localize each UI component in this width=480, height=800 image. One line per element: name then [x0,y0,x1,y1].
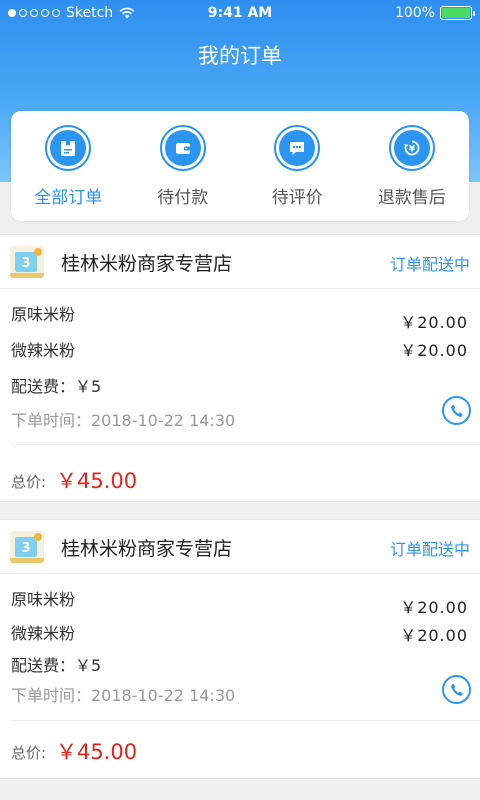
item-price: ￥20.00 [400,313,468,332]
shop-logo: 3 [10,246,44,278]
order-header: 3 桂林米粉商家专营店 订单配送中 [0,520,480,574]
refund-icon: ¥ [388,125,435,171]
tab-label: 待付款 [157,188,209,208]
phone-icon [450,404,463,417]
item-name: 微辣米粉 [11,624,76,643]
page-title: 我的订单 [198,44,282,68]
svg-text:3: 3 [21,256,30,271]
order-time: 下单时间：2018-10-22 14:30 [11,686,236,705]
wallet-icon [159,125,206,171]
status-bar: Sketch 9:41 AM 100% [0,0,480,26]
chat-bubble-icon [274,125,321,171]
tab-pending-review[interactable]: 待评价 [240,111,355,221]
order-card[interactable]: 3 桂林米粉商家专营店 订单配送中 原味米粉 ￥20.00 微辣米粉 ￥20.0… [0,519,480,779]
order-card[interactable]: 3 桂林米粉商家专营店 订单配送中 原味米粉 ￥20.00 微辣米粉 ￥20.0… [0,234,480,502]
item-name: 原味米粉 [11,305,76,324]
tab-all-orders[interactable]: 全部订单 [11,111,126,221]
shop-name: 桂林米粉商家专营店 [61,253,233,275]
shop-name: 桂林米粉商家专营店 [61,538,233,560]
tab-label: 退款售后 [377,188,446,208]
divider [11,444,480,445]
total-label: 总价: [11,744,47,762]
order-tabs: 全部订单 待付款 待评价 ¥ 退款售后 [11,111,469,221]
item-name: 微辣米粉 [11,341,76,360]
call-button[interactable] [442,675,471,704]
item-name: 原味米粉 [11,590,76,609]
item-price: ￥20.00 [400,341,468,360]
item-price: ￥20.00 [400,626,468,645]
battery-icon [440,6,475,20]
order-header: 3 桂林米粉商家专营店 订单配送中 [0,235,480,289]
svg-text:¥: ¥ [409,145,416,155]
phone-icon [450,683,463,696]
svg-text:3: 3 [21,541,30,556]
tab-refund[interactable]: ¥ 退款售后 [355,111,470,221]
total-value: ￥45.00 [56,469,138,493]
tab-label: 待评价 [271,188,323,208]
total-value: ￥45.00 [56,740,138,764]
order-time: 下单时间：2018-10-22 14:30 [11,411,236,430]
call-button[interactable] [442,396,471,425]
shop-logo: 3 [10,531,44,563]
delivery-fee: 配送费：￥5 [11,377,102,396]
tab-label: 全部订单 [34,188,103,208]
delivery-fee: 配送费：￥5 [11,656,102,675]
status-right: 100% [394,5,475,21]
box-icon [45,125,92,171]
battery-percent: 100% [394,5,435,21]
order-status: 订单配送中 [389,540,470,559]
order-status: 订单配送中 [389,255,470,274]
item-price: ￥20.00 [400,598,468,617]
tab-pending-payment[interactable]: 待付款 [126,111,241,221]
total-label: 总价: [11,473,47,491]
divider [11,720,480,721]
